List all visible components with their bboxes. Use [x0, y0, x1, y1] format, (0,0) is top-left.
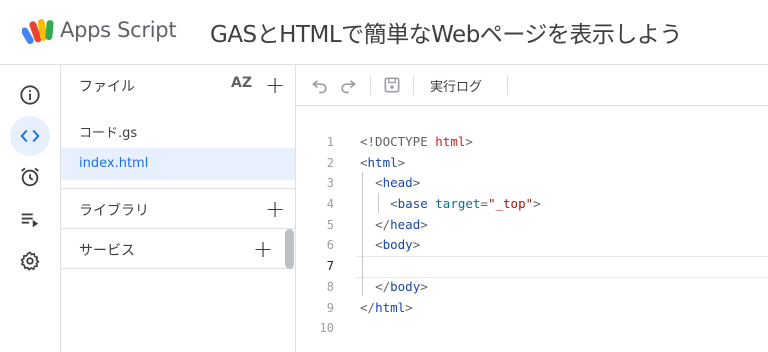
- file-item-code-gs[interactable]: コード.gs: [61, 114, 295, 146]
- panel-bottom-divider: [61, 268, 295, 270]
- gear-icon: [20, 251, 40, 271]
- files-panel: ファイル AZ + コード.gs index.html ライブラリ + サービス…: [61, 65, 295, 352]
- code-line: </head>: [375, 217, 428, 232]
- redo-icon[interactable]: [338, 75, 358, 95]
- services-label: サービス: [79, 243, 135, 259]
- code-line: </body>: [375, 279, 428, 294]
- sort-az-label: AZ: [231, 75, 252, 91]
- execution-log-button[interactable]: 実行ログ: [430, 76, 482, 95]
- line-number: 3: [326, 176, 334, 190]
- files-header: ファイル AZ +: [61, 65, 295, 105]
- line-number: 5: [326, 218, 334, 232]
- alarm-icon: [21, 167, 39, 187]
- file-item-index-html[interactable]: index.html: [61, 148, 295, 180]
- code-editor[interactable]: 1 2 3 4 5 6 7 8 9 10 <!DOCTYPE html> <ht…: [296, 106, 768, 352]
- top-bar: Apps Script GASとHTMLで簡単なWebページを表示しよう: [0, 0, 768, 64]
- line-number: 1: [326, 135, 334, 149]
- current-line-highlight: [356, 256, 768, 278]
- file-item-label: コード.gs: [79, 126, 138, 141]
- libraries-label: ライブラリ: [79, 203, 149, 219]
- add-service-icon[interactable]: +: [253, 237, 273, 261]
- code-line: <base target="_top">: [390, 196, 541, 211]
- navigation-rail: [0, 65, 60, 352]
- line-number: 7: [326, 259, 334, 273]
- line-number: 4: [326, 197, 334, 211]
- settings-nav-button[interactable]: [10, 241, 50, 281]
- executions-nav-button[interactable]: [10, 199, 50, 239]
- triggers-nav-button[interactable]: [10, 157, 50, 197]
- code-line: <!DOCTYPE html>: [360, 134, 473, 149]
- line-number: 10: [319, 321, 334, 335]
- line-number: 9: [326, 301, 334, 315]
- files-title: ファイル: [79, 79, 135, 95]
- save-icon[interactable]: [382, 75, 402, 95]
- file-item-label: index.html: [79, 156, 149, 171]
- overview-nav-button[interactable]: [10, 75, 50, 115]
- editor-nav-button[interactable]: [10, 116, 50, 156]
- project-title[interactable]: GASとHTMLで簡単なWebページを表示しよう: [210, 15, 682, 49]
- line-number: 8: [326, 280, 334, 294]
- editor-toolbar: 実行ログ: [296, 65, 768, 106]
- code-icon: [20, 129, 40, 143]
- code-line: <body>: [375, 237, 421, 252]
- services-section[interactable]: サービス +: [61, 228, 295, 269]
- line-number: 6: [326, 238, 334, 252]
- code-line: <head>: [375, 175, 421, 190]
- line-number: 2: [326, 156, 334, 170]
- add-library-icon[interactable]: +: [265, 197, 285, 221]
- toolbar-separator: [507, 75, 508, 95]
- libraries-section[interactable]: ライブラリ +: [61, 188, 295, 229]
- indent-guide: [362, 172, 363, 296]
- toolbar-separator: [370, 75, 371, 95]
- toolbar-separator: [413, 75, 414, 95]
- sort-az-icon[interactable]: AZ: [231, 75, 252, 91]
- app-name: Apps Script: [60, 18, 177, 42]
- info-icon: [20, 85, 40, 105]
- apps-script-logo[interactable]: [22, 17, 54, 47]
- code-line: </html>: [360, 300, 413, 315]
- add-file-icon[interactable]: +: [265, 73, 285, 97]
- playlist-icon: [21, 213, 39, 228]
- panel-scrollbar[interactable]: [285, 229, 294, 269]
- code-line: <html>: [360, 155, 406, 170]
- undo-icon[interactable]: [310, 75, 330, 95]
